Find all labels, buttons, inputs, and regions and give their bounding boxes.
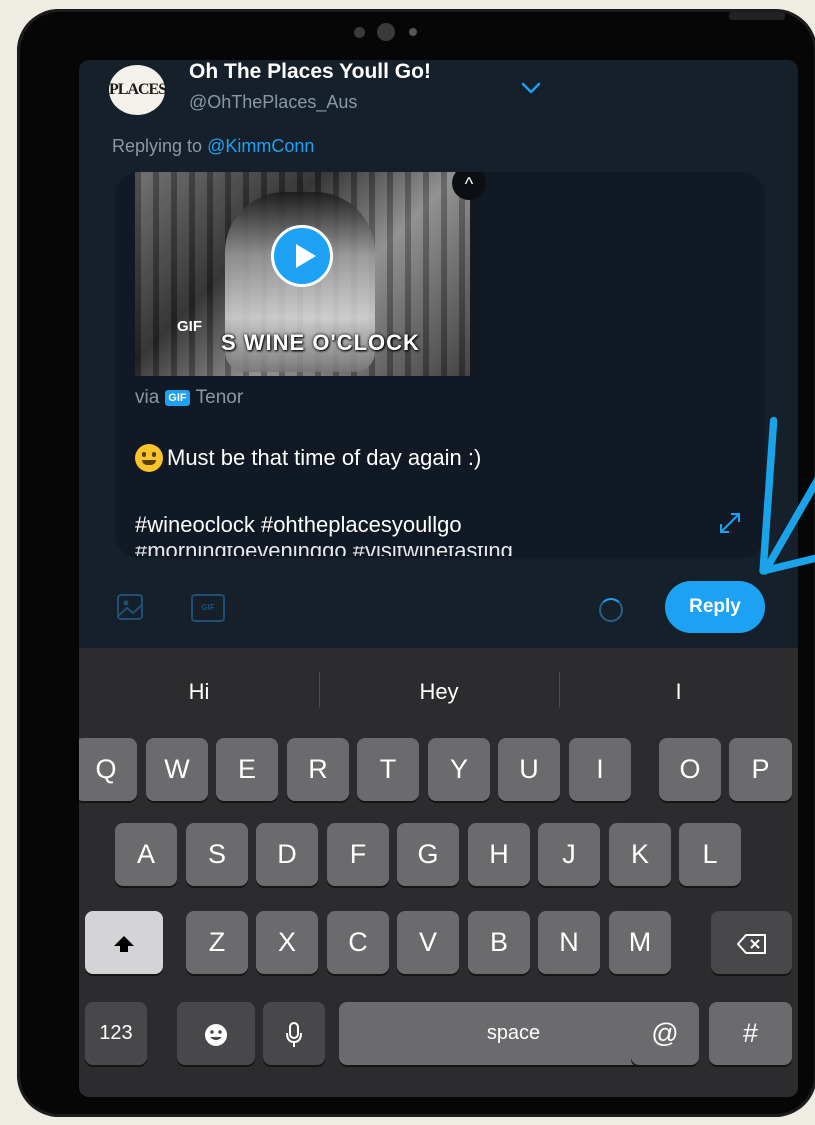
- gif-button[interactable]: GIF: [191, 594, 225, 622]
- chevron-up-icon[interactable]: ^: [452, 172, 486, 200]
- key-a[interactable]: A: [115, 823, 177, 886]
- source-name: Tenor: [195, 387, 244, 408]
- emoji-icon: [205, 1023, 227, 1046]
- key-d[interactable]: D: [256, 823, 318, 886]
- key-c[interactable]: C: [327, 911, 389, 974]
- tweet-hashtags[interactable]: #wineoclock #ohtheplacesyoullgo: [135, 512, 462, 538]
- key-p[interactable]: P: [729, 738, 792, 801]
- key-o[interactable]: O: [659, 738, 721, 801]
- keyboard: Hi Hey I Q W E R T Y U I O P A S D F G H: [79, 648, 798, 1097]
- tenor-gif-icon: GIF: [165, 390, 190, 406]
- key-u[interactable]: U: [498, 738, 560, 801]
- key-n[interactable]: N: [538, 911, 600, 974]
- suggestion-item[interactable]: Hey: [319, 648, 559, 733]
- account-name: Oh The Places Youll Go!: [189, 60, 431, 83]
- key-i[interactable]: I: [569, 738, 631, 801]
- replying-to: Replying to @KimmConn: [112, 136, 314, 157]
- key-h[interactable]: H: [468, 823, 530, 886]
- gif-attribution: via GIF Tenor: [135, 387, 243, 409]
- via-label: via: [135, 387, 160, 408]
- annotation-arrow-icon: [759, 416, 815, 575]
- emoji-key[interactable]: [177, 1002, 255, 1065]
- chevron-down-icon[interactable]: [517, 74, 545, 102]
- photo-icon[interactable]: [115, 592, 145, 622]
- key-k[interactable]: K: [609, 823, 671, 886]
- key-f[interactable]: F: [327, 823, 389, 886]
- tweet-text-line[interactable]: Must be that time of day again :): [135, 444, 481, 472]
- gif-caption: S WINE O'CLOCK: [221, 330, 420, 355]
- account-handle: @OhThePlaces_Aus: [189, 92, 358, 112]
- key-l[interactable]: L: [679, 823, 741, 886]
- mention-link[interactable]: @KimmConn: [207, 136, 314, 156]
- camera-icon: [377, 23, 395, 41]
- key-e[interactable]: E: [216, 738, 278, 801]
- gif-badge: GIF: [177, 318, 202, 335]
- grinning-emoji-icon: [135, 444, 163, 472]
- numbers-key[interactable]: 123: [85, 1002, 147, 1065]
- key-b[interactable]: B: [468, 911, 530, 974]
- backspace-icon: [736, 933, 766, 954]
- suggestion-item[interactable]: Hi: [79, 648, 319, 733]
- avatar[interactable]: PLACES: [109, 65, 167, 115]
- key-j[interactable]: J: [538, 823, 600, 886]
- backspace-key[interactable]: [711, 911, 792, 974]
- gif-preview[interactable]: GIF S WINE O'CLOCK: [135, 172, 470, 376]
- key-r[interactable]: R: [287, 738, 349, 801]
- at-key[interactable]: @: [631, 1002, 699, 1065]
- tweet-hashtags-overflow[interactable]: #morningtoeveningdo #visitwinetasting: [135, 546, 513, 556]
- microphone-icon: [286, 1021, 302, 1047]
- key-m[interactable]: M: [609, 911, 671, 974]
- shift-arrow-icon: [114, 935, 134, 952]
- replying-prefix: Replying to: [112, 136, 203, 156]
- predictive-text-bar: Hi Hey I: [79, 648, 798, 733]
- key-z[interactable]: Z: [186, 911, 248, 974]
- key-t[interactable]: T: [357, 738, 419, 801]
- key-y[interactable]: Y: [428, 738, 490, 801]
- tweet-composer[interactable]: GIF S WINE O'CLOCK ^ via GIF Tenor Must …: [115, 172, 765, 558]
- key-x[interactable]: X: [256, 911, 318, 974]
- play-button[interactable]: [271, 225, 333, 287]
- sensor-dot: [409, 28, 417, 36]
- key-s[interactable]: S: [186, 823, 248, 886]
- tablet-frame: PLACES Oh The Places Youll Go! @OhThePla…: [17, 9, 815, 1117]
- power-button: [729, 12, 785, 20]
- key-q[interactable]: Q: [79, 738, 137, 801]
- key-v[interactable]: V: [397, 911, 459, 974]
- key-w[interactable]: W: [146, 738, 208, 801]
- shift-key[interactable]: [85, 911, 163, 974]
- hash-key[interactable]: #: [709, 1002, 792, 1065]
- screen: PLACES Oh The Places Youll Go! @OhThePla…: [79, 60, 798, 1097]
- tweet-text: Must be that time of day again :): [167, 445, 482, 470]
- camera-dot: [354, 27, 365, 38]
- dictation-key[interactable]: [263, 1002, 325, 1065]
- key-g[interactable]: G: [397, 823, 459, 886]
- composer-toolbar: GIF Reply: [79, 568, 798, 648]
- character-count-ring: [599, 598, 623, 622]
- suggestion-item[interactable]: I: [559, 648, 798, 733]
